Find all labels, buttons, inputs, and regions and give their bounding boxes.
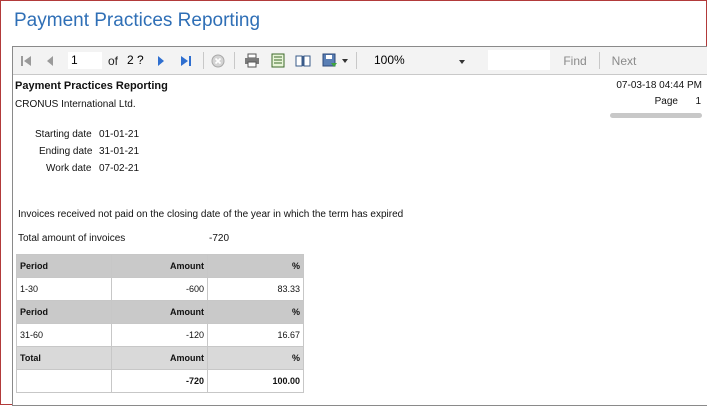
- toolbar-separator: [356, 52, 357, 69]
- starting-date-label: Starting date: [35, 129, 92, 140]
- page-setup-icon[interactable]: [292, 47, 314, 74]
- amount-cell: -120: [111, 323, 208, 347]
- of-label: of: [107, 53, 118, 68]
- first-page-icon[interactable]: [16, 47, 36, 74]
- period-cell: 31-60: [16, 323, 112, 347]
- pct-cell: 16.67: [207, 323, 304, 347]
- print-layout-icon[interactable]: [267, 47, 289, 74]
- table-header-row: Period Amount %: [16, 300, 304, 324]
- table-header-row: Period Amount %: [16, 254, 304, 278]
- report-toolbar: 1 of 2 ? 100% Find Next: [13, 47, 707, 75]
- find-button[interactable]: Find: [558, 47, 592, 74]
- total-invoices-value: -720: [209, 233, 230, 244]
- pct-cell: 83.33: [207, 277, 304, 301]
- section-heading: Invoices received not paid on the closin…: [18, 209, 404, 220]
- zoom-select[interactable]: 100%: [371, 51, 474, 70]
- report-title: Payment Practices Reporting: [15, 80, 168, 92]
- toolbar-separator: [599, 52, 600, 69]
- amount-header: Amount: [111, 254, 208, 278]
- pct-header: %: [207, 346, 304, 370]
- previous-page-icon[interactable]: [40, 47, 60, 74]
- total-invoices-label: Total amount of invoices: [18, 233, 126, 244]
- stop-icon[interactable]: [207, 47, 229, 74]
- amount-cell: -600: [111, 277, 208, 301]
- table-row: 1-30 -600 83.33: [16, 277, 304, 301]
- period-cell: 1-30: [16, 277, 112, 301]
- period-header: Period: [16, 254, 112, 278]
- report-viewer: 1 of 2 ? 100% Find Next Payment Practice…: [12, 46, 707, 406]
- total-pct-cell: 100.00: [207, 369, 304, 393]
- period-header: Period: [16, 300, 112, 324]
- page-number: 1: [695, 96, 701, 107]
- page-title: Payment Practices Reporting: [14, 10, 261, 31]
- report-datetime: 07-03-18 04:44 PM: [616, 80, 702, 91]
- total-period-cell: [16, 369, 112, 393]
- total-amount-cell: -720: [111, 369, 208, 393]
- work-date-value: 07-02-21: [99, 163, 140, 174]
- period-table: Period Amount % 1-30 -600 83.33 Period A…: [16, 254, 304, 393]
- amount-header: Amount: [111, 300, 208, 324]
- zoom-value: 100%: [374, 53, 405, 67]
- export-dropdown-icon[interactable]: [341, 47, 349, 74]
- chevron-down-icon: [459, 51, 465, 70]
- find-input[interactable]: [488, 50, 550, 70]
- total-pages: 2 ?: [127, 53, 144, 67]
- pct-header: %: [207, 300, 304, 324]
- report-canvas: Payment Practices Reporting CRONUS Inter…: [13, 75, 707, 405]
- next-page-icon[interactable]: [151, 47, 171, 74]
- toolbar-separator: [203, 52, 204, 69]
- starting-date-value: 01-01-21: [99, 129, 140, 140]
- export-icon[interactable]: [319, 47, 341, 74]
- current-page-input[interactable]: 1: [68, 52, 102, 69]
- amount-header: Amount: [111, 346, 208, 370]
- redacted-user-id: [610, 113, 702, 118]
- ending-date-value: 31-01-21: [99, 146, 140, 157]
- pct-header: %: [207, 254, 304, 278]
- table-row: 31-60 -120 16.67: [16, 323, 304, 347]
- toolbar-separator: [234, 52, 235, 69]
- find-next-button[interactable]: Next: [607, 47, 641, 74]
- work-date-label: Work date: [46, 163, 92, 174]
- total-header-row: Total Amount %: [16, 346, 304, 370]
- company-name: CRONUS International Ltd.: [15, 99, 136, 110]
- page-label: Page: [654, 96, 678, 107]
- last-page-icon[interactable]: [176, 47, 196, 74]
- ending-date-label: Ending date: [39, 146, 93, 157]
- total-header: Total: [16, 346, 112, 370]
- total-row: -720 100.00: [16, 369, 304, 393]
- print-icon[interactable]: [241, 47, 263, 74]
